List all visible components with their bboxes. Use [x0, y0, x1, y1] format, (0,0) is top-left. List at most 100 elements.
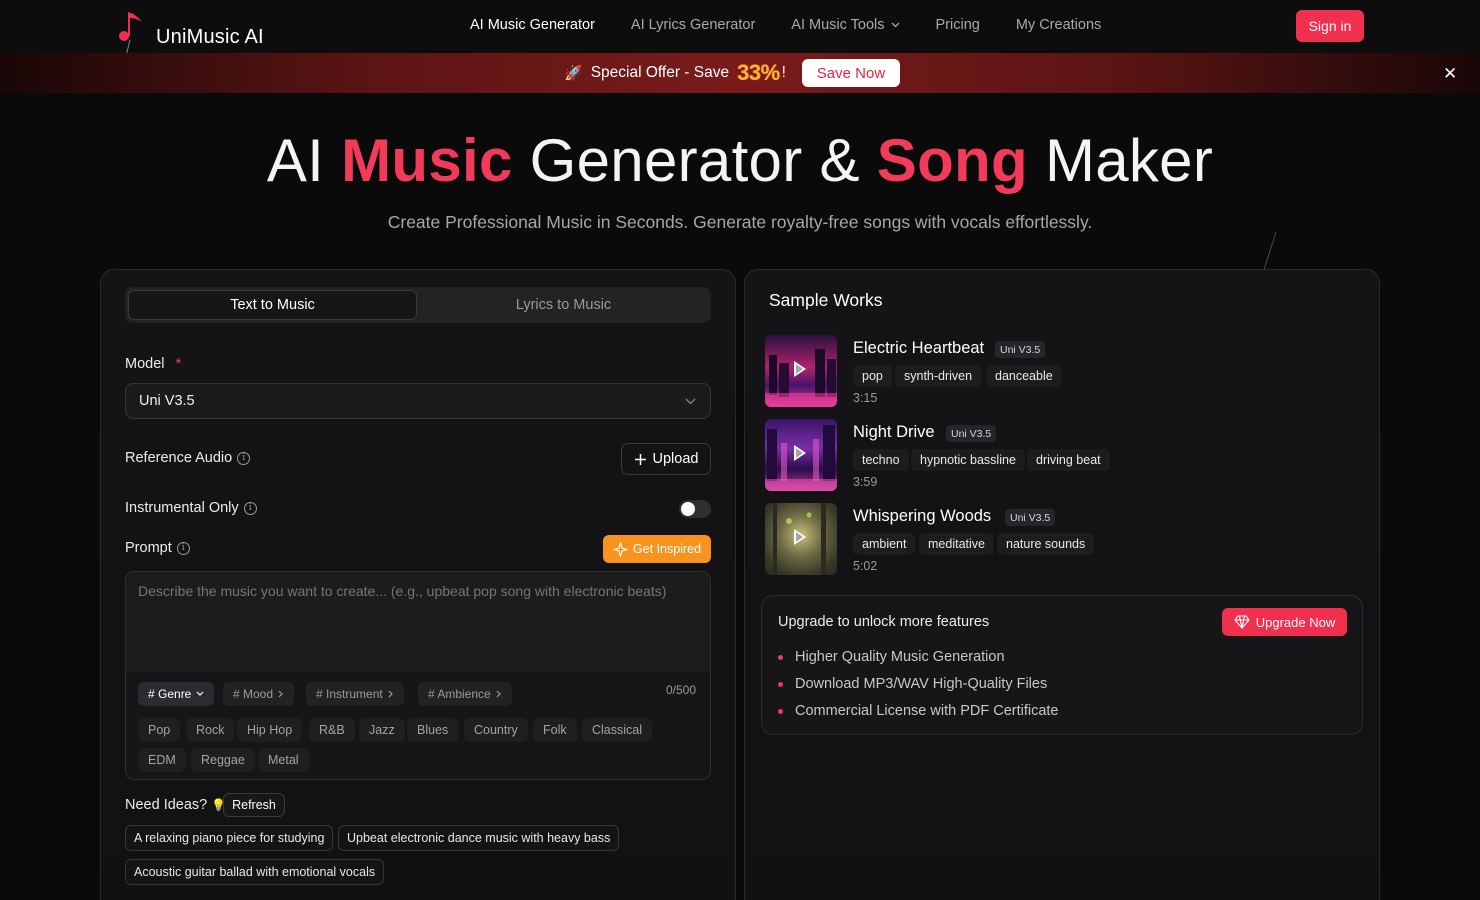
sample-track: Electric Heartbeat Uni V3.5 pop synth-dr… [765, 335, 1365, 409]
genre-chip-metal[interactable]: Metal [258, 748, 309, 772]
track-cover[interactable] [765, 419, 837, 491]
info-icon[interactable]: i [237, 451, 251, 465]
upgrade-card: Upgrade to unlock more features Upgrade … [761, 595, 1363, 735]
category-mood-label: # Mood [233, 687, 274, 701]
category-instrument[interactable]: # Instrument [306, 682, 404, 706]
chevron-down-icon [196, 691, 204, 696]
get-inspired-label: Get Inspired [632, 542, 702, 556]
nav-ai-lyrics-generator[interactable]: AI Lyrics Generator [631, 17, 755, 33]
sample-works-panel: Sample Works Electric Heartbeat Uni V3.5… [744, 269, 1380, 900]
track-tag: danceable [986, 365, 1062, 387]
play-icon[interactable] [794, 361, 806, 377]
generator-panel: Text to Music Lyrics to Music Model * Un… [100, 269, 736, 900]
track-tag: pop [853, 365, 892, 387]
genre-chip-blues[interactable]: Blues [407, 718, 459, 742]
track-tag: synth-driven [895, 365, 982, 387]
nav-pricing[interactable]: Pricing [936, 17, 980, 33]
genre-chip-country[interactable]: Country [464, 718, 528, 742]
nav-my-creations[interactable]: My Creations [1016, 17, 1101, 33]
idea-chip[interactable]: Acoustic guitar ballad with emotional vo… [125, 859, 385, 885]
model-select[interactable]: Uni V3.5 [125, 383, 711, 419]
category-genre[interactable]: # Genre [138, 682, 215, 706]
track-cover[interactable] [765, 335, 837, 407]
diamond-icon [1234, 615, 1250, 629]
save-now-button[interactable]: Save Now [801, 59, 900, 87]
instrumental-label: Instrumental Only i [125, 500, 257, 516]
special-offer-banner: 🚀 Special Offer - Save 33% ! Save Now ✕ [0, 53, 1480, 93]
track-tag: techno [853, 449, 909, 471]
sign-in-button[interactable]: Sign in [1296, 10, 1364, 42]
chevron-right-icon [496, 690, 501, 698]
refresh-ideas-button[interactable]: Refresh [223, 793, 285, 817]
category-ambience[interactable]: # Ambience [418, 682, 512, 706]
genre-chip-jazz[interactable]: Jazz [359, 718, 405, 742]
track-tag: meditative [919, 533, 994, 555]
get-inspired-button[interactable]: Get Inspired [603, 535, 711, 563]
chevron-down-icon [685, 398, 696, 405]
upload-label: Upload [652, 451, 699, 467]
track-title: Night Drive [853, 423, 935, 441]
prompt-label: Prompt i [125, 540, 190, 556]
close-icon[interactable]: ✕ [1443, 64, 1457, 84]
track-tag: driving beat [1027, 449, 1110, 471]
model-label: Model * [125, 356, 181, 372]
required-mark: * [175, 356, 182, 372]
upgrade-heading: Upgrade to unlock more features [778, 614, 990, 630]
brand-name: UniMusic AI [156, 25, 264, 48]
title-accent-music: Music [341, 127, 513, 194]
title-part-3: Maker [1044, 127, 1214, 194]
genre-chip-rock[interactable]: Rock [186, 718, 235, 742]
toggle-knob [681, 502, 695, 516]
top-navbar: UniMusic AI AI Music Generator AI Lyrics… [0, 0, 1480, 65]
model-label-text: Model [125, 356, 165, 372]
idea-chip[interactable]: A relaxing piano piece for studying [125, 825, 334, 851]
feature-text: Commercial License with PDF Certificate [795, 703, 1059, 719]
category-instrument-label: # Instrument [316, 687, 383, 701]
offer-percent: 33% [737, 60, 780, 85]
sample-track: Whispering Woods Uni V3.5 ambient medita… [765, 503, 1365, 577]
instrumental-toggle[interactable] [679, 500, 711, 518]
sparkle-icon [612, 541, 628, 557]
play-icon[interactable] [794, 445, 806, 461]
bullet-dot [778, 708, 783, 714]
genre-chip-edm[interactable]: EDM [138, 748, 186, 772]
version-badge: Uni V3.5 [1005, 509, 1056, 526]
genre-chip-folk[interactable]: Folk [533, 718, 577, 742]
version-badge: Uni V3.5 [946, 425, 997, 442]
prompt-box: 0/500 # Genre # Mood # Instrument # Ambi… [125, 571, 711, 780]
tab-text-to-music[interactable]: Text to Music [128, 290, 417, 320]
feature-item: Higher Quality Music Generation [778, 649, 1005, 665]
chevron-right-icon [388, 690, 393, 698]
track-cover[interactable] [765, 503, 837, 575]
genre-chip-hip-hop[interactable]: Hip Hop [237, 718, 303, 742]
model-select-value: Uni V3.5 [139, 393, 195, 409]
genre-chip-pop[interactable]: Pop [138, 718, 181, 742]
track-duration: 3:15 [853, 391, 878, 405]
genre-chip-classical[interactable]: Classical [582, 718, 653, 742]
idea-chip[interactable]: Upbeat electronic dance music with heavy… [338, 825, 620, 851]
info-icon[interactable]: i [243, 501, 257, 515]
prompt-input[interactable] [126, 572, 710, 672]
category-ambience-label: # Ambience [428, 687, 491, 701]
need-ideas-label: Need Ideas? 💡 [125, 797, 226, 813]
genre-chip-reggae[interactable]: Reggae [191, 748, 255, 772]
offer-text: Special Offer - Save [590, 64, 730, 81]
nav-ai-music-tools[interactable]: AI Music Tools [791, 17, 899, 33]
upgrade-now-button[interactable]: Upgrade Now [1222, 608, 1347, 636]
category-mood[interactable]: # Mood [223, 682, 295, 706]
upload-button[interactable]: Upload [621, 443, 711, 475]
title-part-2: Generator & [529, 127, 860, 194]
reference-audio-label: Reference Audio i [125, 450, 251, 466]
nav-ai-music-generator[interactable]: AI Music Generator [470, 17, 595, 33]
tab-lyrics-to-music[interactable]: Lyrics to Music [419, 290, 708, 320]
sample-works-title: Sample Works [769, 290, 883, 310]
category-genre-label: # Genre [148, 687, 192, 701]
play-icon[interactable] [794, 529, 806, 545]
genre-chip-rnb[interactable]: R&B [309, 718, 355, 742]
track-duration: 5:02 [853, 559, 878, 573]
feature-item: Download MP3/WAV High-Quality Files [778, 676, 1047, 692]
nav-ai-music-tools-label: AI Music Tools [791, 17, 885, 33]
rocket-icon: 🚀 [564, 65, 583, 82]
prompt-label-text: Prompt [125, 540, 172, 556]
info-icon[interactable]: i [176, 541, 190, 555]
